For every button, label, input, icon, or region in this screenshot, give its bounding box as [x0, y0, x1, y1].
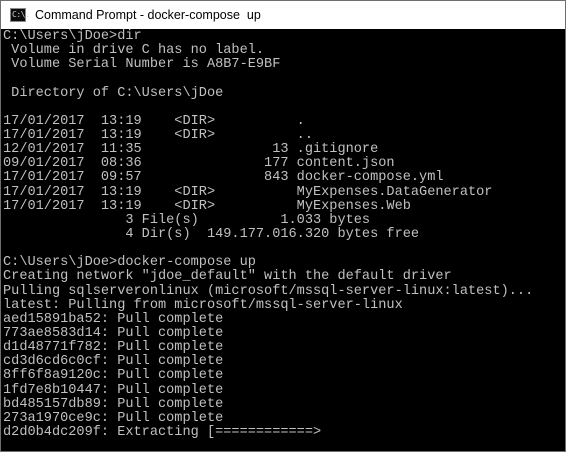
- command-prompt-icon[interactable]: C:\.: [10, 8, 30, 22]
- console-line: C:\Users\jDoe>docker-compose up: [3, 255, 256, 271]
- console-line: 17/01/2017 09:57 843 docker-compose.yml: [3, 170, 444, 186]
- console-line: C:\Users\jDoe>dir: [3, 29, 142, 44]
- console-line: Volume in drive C has no label.: [3, 43, 265, 59]
- console-output-area[interactable]: C:\Users\jDoe>dir Volume in drive C has …: [1, 29, 565, 451]
- console-line: 09/01/2017 08:36 177 content.json: [3, 156, 395, 172]
- console-line: 17/01/2017 13:19 <DIR> .: [3, 113, 305, 129]
- console-line: 17/01/2017 13:19 <DIR> MyExpenses.Web: [3, 198, 411, 214]
- console-line: 12/01/2017 11:35 13 .gitignore: [3, 142, 379, 158]
- console-line: bd485157db89: Pull complete: [3, 396, 224, 412]
- title-bar[interactable]: C:\. Command Prompt - docker-compose up: [1, 1, 565, 29]
- console-output: C:\Users\jDoe>dir Volume in drive C has …: [3, 29, 534, 440]
- console-line: 8ff6f8a9120c: Pull complete: [3, 368, 224, 384]
- console-line: 17/01/2017 13:19 <DIR> ..: [3, 127, 313, 143]
- console-line: Directory of C:\Users\jDoe: [3, 85, 224, 101]
- console-line: d1d48771f782: Pull complete: [3, 340, 224, 356]
- console-line: aed15891ba52: Pull complete: [3, 311, 224, 327]
- command-prompt-window: C:\. Command Prompt - docker-compose up …: [0, 0, 566, 452]
- console-line: cd3d6cd6c0cf: Pull complete: [3, 354, 224, 370]
- window-title: Command Prompt - docker-compose up: [35, 8, 261, 22]
- console-line: 273a1970ce9c: Pull complete: [3, 410, 224, 426]
- console-line: latest: Pulling from microsoft/mssql-ser…: [3, 297, 403, 313]
- console-line: 1fd7e8b10447: Pull complete: [3, 382, 224, 398]
- console-line: Pulling sqlserveronlinux (microsoft/mssq…: [3, 283, 534, 299]
- console-line: Creating network "jdoe_default" with the…: [3, 269, 452, 285]
- console-line: 773ae8583d14: Pull complete: [3, 325, 224, 341]
- command-prompt-icon-glyph: C:\.: [12, 10, 30, 19]
- console-line: 17/01/2017 13:19 <DIR> MyExpenses.DataGe…: [3, 184, 493, 200]
- console-line: 3 File(s) 1.033 bytes: [3, 212, 371, 228]
- console-line: d2d0b4dc209f: Extracting [============>: [3, 424, 322, 440]
- console-line: 4 Dir(s) 149.177.016.320 bytes free: [3, 226, 420, 242]
- console-line: Volume Serial Number is A8B7-E9BF: [3, 57, 281, 73]
